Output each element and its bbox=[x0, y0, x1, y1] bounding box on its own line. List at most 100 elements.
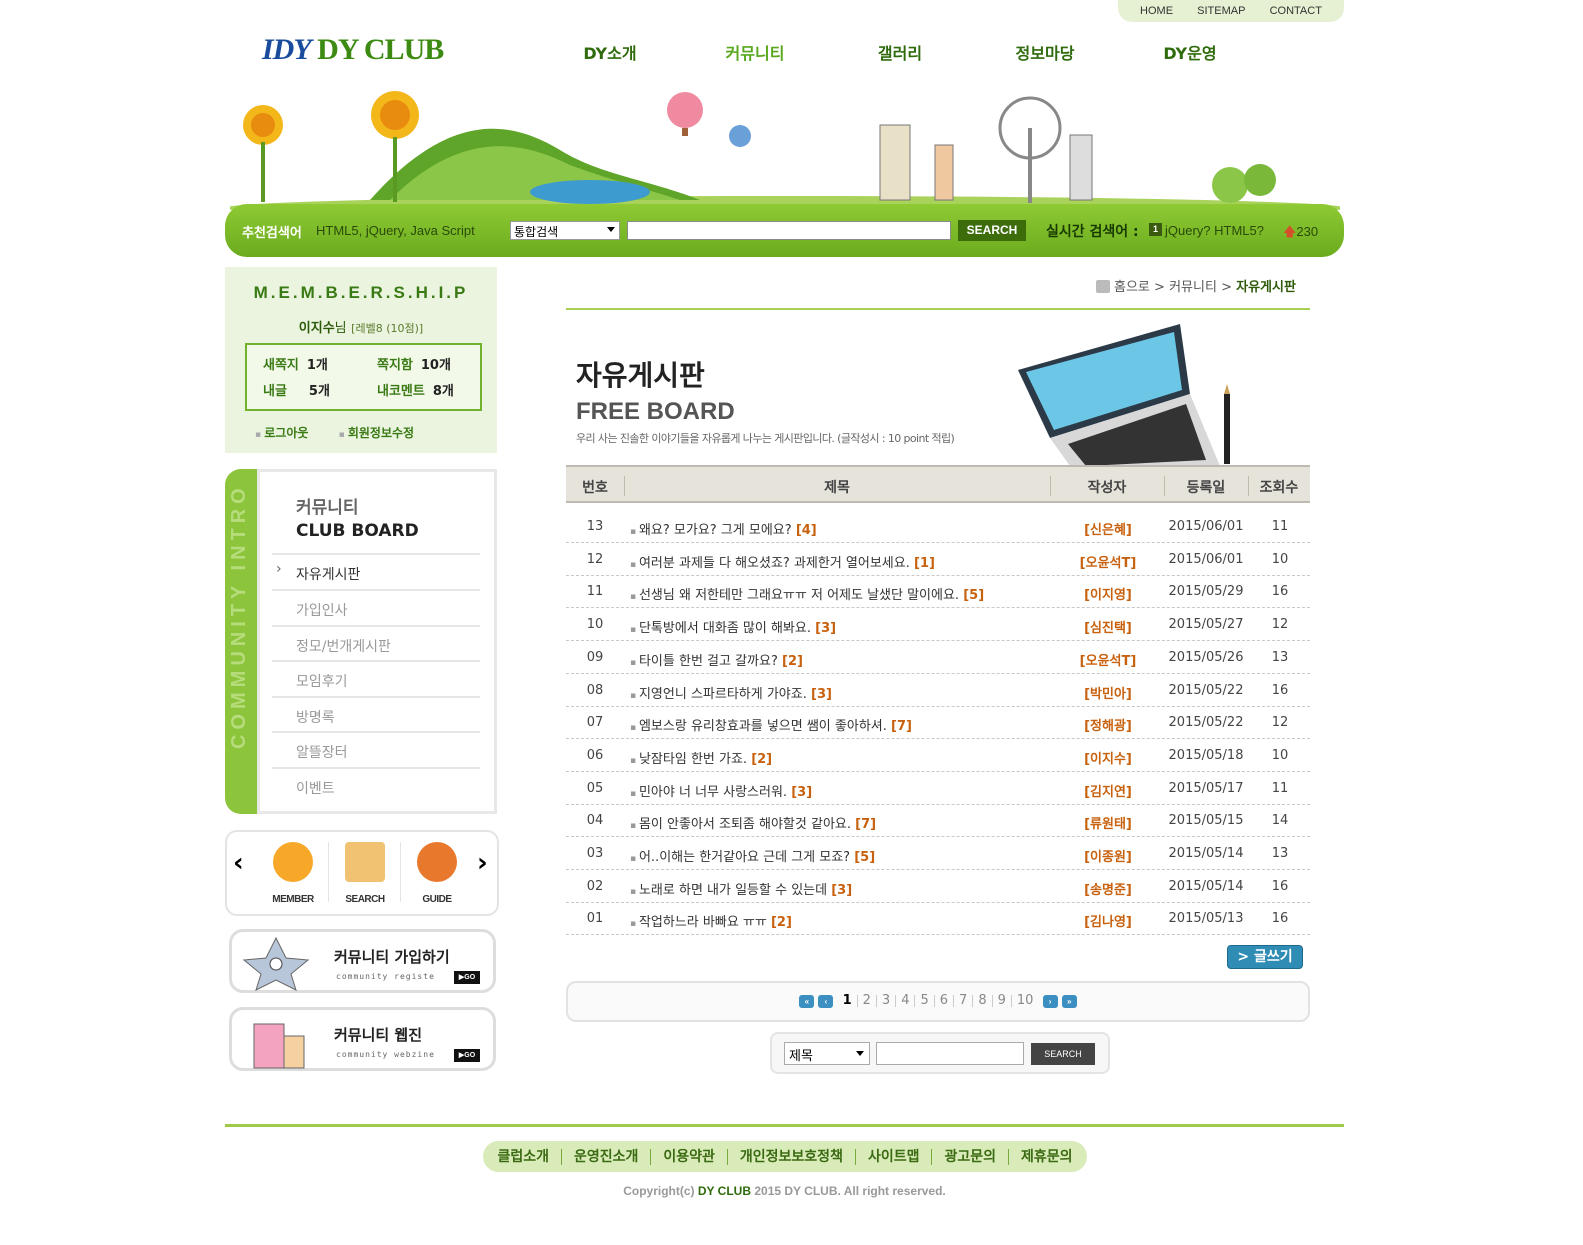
row-author[interactable]: [이지영] bbox=[1052, 584, 1164, 603]
stat-my-comment[interactable]: 내코멘트 8개 bbox=[377, 380, 454, 399]
row-title[interactable]: 여러분 과제들 다 해오셨죠? 과제한거 열어보세요. [1] bbox=[630, 552, 935, 571]
stat-my-post[interactable]: 내글 5개 bbox=[263, 380, 330, 399]
contact-link[interactable]: CONTACT bbox=[1270, 5, 1322, 17]
row-title[interactable]: 선생님 왜 저한테만 그래요ㅠㅠ 저 어제도 날샜단 말이에요. [5] bbox=[630, 584, 984, 603]
last-page-icon[interactable]: » bbox=[1061, 995, 1077, 1008]
table-row[interactable]: 04 몸이 안좋아서 조퇴좀 해야할것 같아요. [7] [류원태]2015/05/… bbox=[566, 804, 1310, 838]
stat-new-note[interactable]: 새쪽지 1개 bbox=[263, 354, 328, 373]
next-page-icon[interactable]: › bbox=[1042, 995, 1058, 1008]
footer-link-terms[interactable]: 이용약관 bbox=[651, 1148, 728, 1165]
page-number[interactable]: 10 bbox=[1012, 994, 1039, 1007]
footer-link-ads[interactable]: 광고문의 bbox=[932, 1148, 1010, 1165]
row-title[interactable]: 타이틀 한번 걸고 갈까요? [2] bbox=[630, 650, 803, 669]
nav-item-about[interactable]: DY소개 bbox=[540, 40, 680, 64]
row-author[interactable]: [심진택] bbox=[1052, 617, 1164, 636]
page-number[interactable]: 5 bbox=[915, 994, 935, 1007]
page-number[interactable]: 9 bbox=[993, 994, 1012, 1007]
side-item-meetup[interactable]: 정모/번개게시판 bbox=[272, 625, 480, 661]
footer-link-sitemap[interactable]: 사이트맵 bbox=[856, 1148, 933, 1165]
row-author[interactable]: [오윤석T] bbox=[1052, 552, 1164, 571]
table-row[interactable]: 07 엠보스랑 유리창효과를 넣으면 쌤이 좋아하셔. [7] [정해광]2015/… bbox=[566, 706, 1310, 740]
quick-guide[interactable]: GUIDE bbox=[407, 842, 467, 905]
page-number[interactable]: 6 bbox=[935, 994, 955, 1007]
row-author[interactable]: [박민아] bbox=[1052, 683, 1164, 702]
row-author[interactable]: [정해광] bbox=[1052, 715, 1164, 734]
row-title[interactable]: 몸이 안좋아서 조퇴좀 해야할것 같아요. [7] bbox=[630, 813, 876, 832]
table-row[interactable]: 02 노래로 하면 내가 일등할 수 있는데 [3] [송명준]2015/05/14… bbox=[566, 870, 1310, 903]
first-page-icon[interactable]: « bbox=[799, 995, 815, 1008]
page-number[interactable]: 1 bbox=[838, 994, 858, 1007]
table-row[interactable]: 11 선생님 왜 저한테만 그래요ㅠㅠ 저 어제도 날샜단 말이에요. [5] [이… bbox=[566, 575, 1310, 609]
row-author[interactable]: [김지연] bbox=[1052, 781, 1164, 800]
footer-link-partner[interactable]: 제휴문의 bbox=[1009, 1149, 1085, 1165]
prev-page-icon[interactable]: ‹ bbox=[818, 995, 834, 1008]
row-author[interactable]: [이지수] bbox=[1052, 748, 1164, 767]
breadcrumb-home[interactable]: 홈으로 bbox=[1114, 280, 1150, 295]
page-number[interactable]: 8 bbox=[973, 994, 993, 1007]
search-input[interactable] bbox=[627, 221, 951, 240]
side-item-review[interactable]: 모임후기 bbox=[272, 660, 480, 696]
table-row[interactable]: 10 단톡방에서 대화좀 많이 해봐요. [3] [심진택]2015/05/27 12 bbox=[566, 608, 1310, 642]
nav-item-operation[interactable]: DY운영 bbox=[1120, 40, 1260, 64]
row-title[interactable]: 지영언니 스파르타하게 가야죠. [3] bbox=[630, 683, 832, 702]
footer-link-club[interactable]: 클럽소개 bbox=[485, 1148, 562, 1165]
row-title[interactable]: 어..이해는 한거같아요 근데 그게 모죠? [5] bbox=[630, 846, 875, 865]
home-link[interactable]: HOME bbox=[1140, 5, 1173, 17]
row-title[interactable]: 단톡방에서 대화좀 많이 해봐요. [3] bbox=[630, 617, 836, 636]
search-scope-select[interactable]: 통합검색 bbox=[510, 221, 620, 240]
page-number[interactable]: 2 bbox=[858, 994, 877, 1007]
row-title[interactable]: 왜요? 모가요? 그게 모에요? [4] bbox=[630, 519, 817, 538]
row-title[interactable]: 낮잠타임 한번 가죠. [2] bbox=[630, 748, 772, 767]
row-author[interactable]: [김나영] bbox=[1052, 911, 1164, 930]
recommended-keywords[interactable]: HTML5, jQuery, Java Script bbox=[316, 223, 475, 238]
breadcrumb-community[interactable]: 커뮤니티 bbox=[1169, 280, 1217, 295]
nav-item-community[interactable]: 커뮤니티 bbox=[685, 40, 825, 64]
table-row[interactable]: 06 낮잠타임 한번 가죠. [2] [이지수]2015/05/18 10 bbox=[566, 739, 1310, 772]
side-item-guestbook[interactable]: 방명록 bbox=[272, 696, 480, 732]
side-item-market[interactable]: 알뜰장터 bbox=[272, 731, 480, 767]
table-row[interactable]: 13 왜요? 모가요? 그게 모에요? [4] [신은혜] 2015/06/01 11 bbox=[566, 510, 1310, 543]
table-row[interactable]: 08 지영언니 스파르타하게 가야죠. [3] [박민아]2015/05/22 16 bbox=[566, 674, 1310, 707]
row-author[interactable]: [신은혜] bbox=[1052, 519, 1164, 538]
realtime-keyword[interactable]: jQuery? HTML5? bbox=[1165, 223, 1264, 238]
webzine-go-button[interactable]: ▶GO bbox=[454, 1049, 480, 1062]
table-row[interactable]: 01 작업하느라 바빠요 ㅠㅠ [2] [김나영]2015/05/13 16 bbox=[566, 902, 1310, 936]
footer-link-staff[interactable]: 운영진소개 bbox=[562, 1148, 652, 1165]
row-title[interactable]: 작업하느라 바빠요 ㅠㅠ [2] bbox=[630, 911, 792, 930]
row-author[interactable]: [이종원] bbox=[1052, 846, 1164, 865]
row-title[interactable]: 엠보스랑 유리창효과를 넣으면 쌤이 좋아하셔. [7] bbox=[630, 715, 912, 734]
join-banner[interactable]: 커뮤니티 가입하기 community registe ▶GO bbox=[229, 929, 496, 993]
table-row[interactable]: 09 타이틀 한번 걸고 갈까요? [2] [오윤석T]2015/05/26 13 bbox=[566, 641, 1310, 674]
logo[interactable]: IDY DY CLUB bbox=[262, 33, 444, 67]
row-title[interactable]: 민아야 너 너무 사랑스러워. [3] bbox=[630, 781, 812, 800]
row-title[interactable]: 노래로 하면 내가 일등할 수 있는데 [3] bbox=[630, 879, 852, 898]
board-search-input[interactable] bbox=[876, 1042, 1024, 1065]
nav-item-info[interactable]: 정보마당 bbox=[975, 40, 1115, 64]
table-row[interactable]: 03 어..이해는 한거같아요 근데 그게 모죠? [5] [이종원] 2015/05… bbox=[566, 837, 1310, 870]
webzine-banner[interactable]: 커뮤니티 웹진 community webzine ▶GO bbox=[229, 1007, 496, 1071]
chevron-right-icon[interactable]: › bbox=[477, 848, 488, 878]
search-button[interactable]: SEARCH bbox=[958, 220, 1026, 241]
side-item-event[interactable]: 이벤트 bbox=[272, 767, 480, 803]
sitemap-link[interactable]: SITEMAP bbox=[1197, 5, 1245, 17]
board-search-button[interactable]: SEARCH bbox=[1031, 1043, 1095, 1065]
write-button[interactable]: > 글쓰기 bbox=[1227, 945, 1303, 969]
page-number[interactable]: 4 bbox=[896, 994, 916, 1007]
edit-profile-link[interactable]: 회원정보수정 bbox=[339, 426, 414, 440]
quick-search[interactable]: SEARCH bbox=[335, 842, 395, 905]
quick-member[interactable]: MEMBER bbox=[263, 842, 323, 905]
row-author[interactable]: [송명준] bbox=[1052, 879, 1164, 898]
row-author[interactable]: [류원태] bbox=[1052, 813, 1164, 832]
page-number[interactable]: 7 bbox=[954, 994, 974, 1007]
join-go-button[interactable]: ▶GO bbox=[454, 971, 480, 984]
table-row[interactable]: 12 여러분 과제들 다 해오셨죠? 과제한거 열어보세요. [1] [오윤석T]2… bbox=[566, 543, 1310, 576]
table-row[interactable]: 05 민아야 너 너무 사랑스러워. [3] [김지연]2015/05/17 11 bbox=[566, 772, 1310, 805]
side-item-greeting[interactable]: 가입인사 bbox=[272, 589, 480, 625]
footer-link-privacy[interactable]: 개인정보보호정책 bbox=[728, 1148, 856, 1165]
page-number[interactable]: 3 bbox=[877, 994, 897, 1007]
row-author[interactable]: [오윤석T] bbox=[1052, 650, 1164, 669]
stat-note-box[interactable]: 쪽지함 10개 bbox=[377, 354, 451, 373]
nav-item-gallery[interactable]: 갤러리 bbox=[830, 40, 970, 64]
logout-link[interactable]: 로그아웃 bbox=[255, 426, 308, 440]
chevron-left-icon[interactable]: ‹ bbox=[233, 848, 244, 878]
